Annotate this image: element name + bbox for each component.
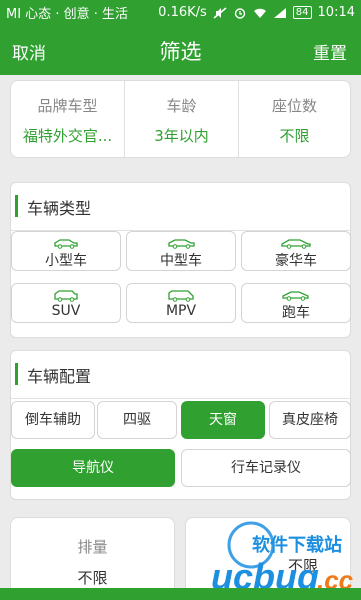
vehicle-type-compact[interactable]: 小型车 bbox=[11, 231, 121, 271]
section-accent bbox=[15, 195, 18, 217]
mpv-icon bbox=[168, 290, 194, 302]
vehicle-config-title: 车辆配置 bbox=[27, 367, 92, 386]
vehicle-type-suv[interactable]: SUV bbox=[11, 283, 121, 323]
carrier-text: MI 心态 · 创意 · 生活 bbox=[6, 7, 128, 22]
bottom-action-bar[interactable] bbox=[0, 588, 361, 600]
signal-icon bbox=[273, 7, 286, 18]
vehicle-type-label: 中型车 bbox=[160, 253, 202, 269]
option-sunroof[interactable]: 天窗 bbox=[181, 401, 265, 439]
vehicle-type-section: 车辆类型 小型车 中型车 豪华车 SUV MPV 跑车 bbox=[10, 182, 351, 338]
mute-icon bbox=[213, 6, 227, 19]
vehicle-type-label: 跑车 bbox=[282, 305, 310, 321]
status-bar: MI 心态 · 创意 · 生活 0.16K/s 84 10:14 bbox=[0, 0, 361, 25]
summary-card: 品牌车型 福特外交官... 车龄 3年以内 座位数 不限 bbox=[10, 80, 351, 158]
vehicle-type-mpv[interactable]: MPV bbox=[126, 283, 236, 323]
seats-label: 座位数 bbox=[271, 97, 317, 115]
page-title: 筛选 bbox=[159, 40, 202, 64]
car-age-selector[interactable]: 车龄 3年以内 bbox=[124, 81, 238, 157]
vehicle-type-label: 豪华车 bbox=[275, 253, 317, 269]
vehicle-type-title: 车辆类型 bbox=[27, 199, 92, 218]
car-age-label: 车龄 bbox=[166, 97, 197, 115]
option-reverse-assist[interactable]: 倒车辅助 bbox=[11, 401, 95, 439]
seats-selector[interactable]: 座位数 不限 bbox=[238, 81, 350, 157]
vehicle-type-sports[interactable]: 跑车 bbox=[241, 283, 351, 323]
vehicle-type-luxury[interactable]: 豪华车 bbox=[241, 231, 351, 271]
car-age-value: 3年以内 bbox=[154, 127, 209, 145]
app-bar: 取消 筛选 重置 bbox=[0, 25, 361, 75]
displacement-label: 排量 bbox=[77, 538, 108, 556]
wifi-icon bbox=[253, 8, 266, 18]
section-accent bbox=[15, 363, 18, 385]
clock: 10:14 bbox=[317, 5, 355, 20]
midsize-car-icon bbox=[168, 239, 195, 249]
suv-icon bbox=[54, 290, 78, 302]
luxury-car-icon bbox=[281, 239, 311, 249]
compact-car-icon bbox=[54, 239, 78, 249]
brand-model-selector[interactable]: 品牌车型 福特外交官... bbox=[11, 81, 124, 157]
option-navigation[interactable]: 导航仪 bbox=[11, 449, 175, 487]
option-leather-seats[interactable]: 真皮座椅 bbox=[269, 401, 351, 439]
alarm-icon bbox=[234, 7, 245, 19]
battery-icon: 84 bbox=[292, 6, 312, 19]
displacement-value: 不限 bbox=[77, 569, 108, 587]
vehicle-type-label: MPV bbox=[165, 303, 197, 319]
vehicle-type-label: SUV bbox=[51, 303, 81, 319]
option-four-wheel-drive[interactable]: 四驱 bbox=[97, 401, 177, 439]
watermark-cn: 软件下载站 bbox=[252, 534, 342, 555]
vehicle-config-header: 车辆配置 bbox=[11, 351, 350, 399]
vehicle-type-midsize[interactable]: 中型车 bbox=[126, 231, 236, 271]
vehicle-config-section: 车辆配置 倒车辅助 四驱 天窗 真皮座椅 导航仪 行车记录仪 bbox=[10, 350, 351, 500]
brand-model-label: 品牌车型 bbox=[37, 97, 98, 115]
reset-button[interactable]: 重置 bbox=[313, 39, 347, 64]
sports-car-icon bbox=[282, 291, 309, 301]
option-dashcam[interactable]: 行车记录仪 bbox=[181, 449, 351, 487]
network-speed: 0.16K/s bbox=[158, 5, 207, 20]
vehicle-type-header: 车辆类型 bbox=[11, 183, 350, 231]
seats-value: 不限 bbox=[279, 127, 310, 145]
vehicle-type-label: 小型车 bbox=[45, 253, 87, 269]
brand-model-value: 福特外交官... bbox=[22, 127, 113, 145]
